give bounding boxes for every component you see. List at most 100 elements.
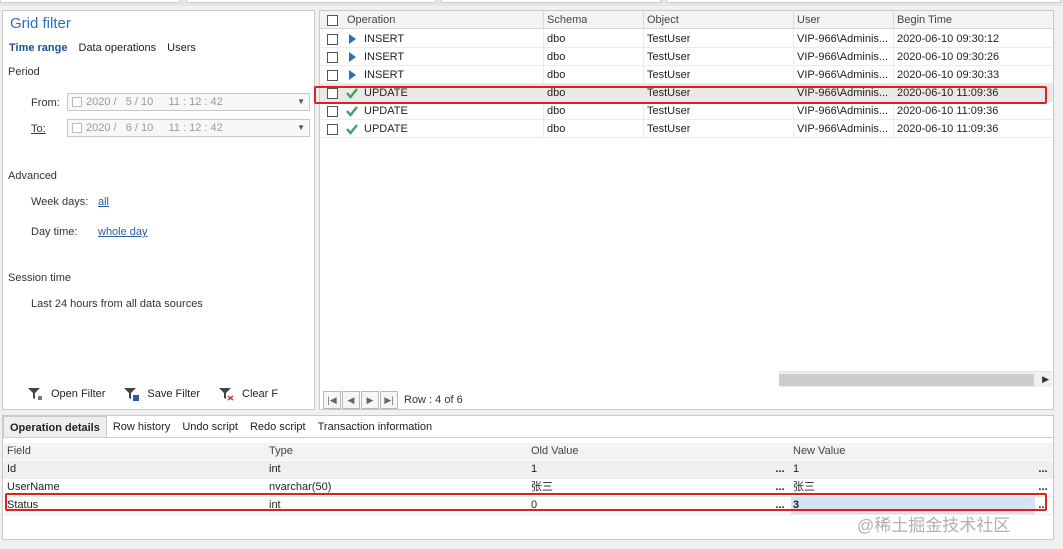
grid-filter-panel: Grid filter Time range Data operations U…	[2, 10, 315, 410]
next-record-button[interactable]: ▶	[361, 391, 379, 409]
operation-cell: UPDATE	[364, 123, 408, 135]
row-checkbox[interactable]	[327, 124, 338, 135]
column-header-user[interactable]: User	[797, 11, 820, 29]
play-icon	[349, 70, 356, 80]
from-date-value: 2020 / 5 / 10 11 : 12 : 42	[86, 96, 223, 108]
tab-undo-script[interactable]: Undo script	[176, 416, 244, 437]
to-date-value: 2020 / 6 / 10 11 : 12 : 42	[86, 122, 223, 134]
row-divider	[320, 137, 1053, 138]
column-header-old-value[interactable]: Old Value	[531, 443, 579, 460]
next-record-icon: ▶	[366, 394, 374, 405]
column-divider	[543, 11, 544, 29]
old-value-edit-button[interactable]: ...	[771, 497, 789, 514]
tab-row-history[interactable]: Row history	[107, 416, 176, 437]
cell-divider	[893, 66, 894, 84]
column-header-operation[interactable]: Operation	[347, 11, 395, 29]
cell-divider	[793, 30, 794, 48]
table-row[interactable]: UPDATE dbo TestUser VIP-966\Adminis... 2020-…	[320, 84, 1053, 102]
object-cell: TestUser	[647, 105, 691, 117]
panel-title: Grid filter	[10, 15, 71, 32]
day-time-link[interactable]: whole day	[98, 226, 148, 238]
tab-redo-script[interactable]: Redo script	[244, 416, 312, 437]
user-cell: VIP-966\Adminis...	[797, 123, 889, 135]
clear-filter-button[interactable]: Clear F	[218, 387, 278, 401]
table-row[interactable]: UPDATE dbo TestUser VIP-966\Adminis... 2020-…	[320, 102, 1053, 120]
cell-divider	[643, 84, 644, 102]
clear-filter-label: Clear F	[242, 388, 279, 400]
schema-cell: dbo	[547, 123, 566, 135]
cell-divider	[793, 48, 794, 66]
field-cell: Status	[7, 499, 39, 511]
select-all-checkbox[interactable]	[327, 15, 338, 26]
column-header-begin-time[interactable]: Begin Time	[897, 11, 952, 29]
save-filter-button[interactable]: Save Filter	[123, 387, 200, 401]
row-checkbox[interactable]	[327, 70, 338, 81]
table-row[interactable]: INSERT dbo TestUser VIP-966\Adminis... 2020-…	[320, 30, 1053, 48]
cell-divider	[643, 30, 644, 48]
object-cell: TestUser	[647, 123, 691, 135]
cell-divider	[793, 120, 794, 138]
new-value-edit-button[interactable]: ...	[1034, 497, 1052, 514]
column-header-type[interactable]: Type	[269, 443, 293, 460]
week-days-link[interactable]: all	[98, 196, 109, 208]
column-header-new-value[interactable]: New Value	[793, 443, 845, 460]
schema-cell: dbo	[547, 105, 566, 117]
operation-cell: INSERT	[364, 33, 405, 45]
to-date-picker[interactable]: 2020 / 6 / 10 11 : 12 : 42 ▼	[67, 119, 310, 137]
play-icon	[349, 52, 356, 62]
cell-divider	[543, 48, 544, 66]
scrollbar-thumb[interactable]	[779, 374, 1034, 386]
tab-data-operations[interactable]: Data operations	[79, 42, 157, 54]
type-cell: int	[269, 463, 281, 475]
operation-cell: INSERT	[364, 69, 405, 81]
tab-users[interactable]: Users	[167, 42, 196, 54]
table-row[interactable]: INSERT dbo TestUser VIP-966\Adminis... 2020-…	[320, 48, 1053, 66]
row-checkbox[interactable]	[327, 88, 338, 99]
old-value-edit-button[interactable]: ...	[771, 461, 789, 478]
last-record-button[interactable]: ▶|	[380, 391, 398, 409]
grid-header: Operation Schema Object User Begin Time	[320, 11, 1053, 29]
old-value-cell: 张三	[531, 481, 553, 493]
previous-record-button[interactable]: ◀	[342, 391, 360, 409]
scroll-right-arrow-icon[interactable]: ▶	[1042, 374, 1049, 385]
from-date-checkbox[interactable]	[72, 97, 82, 107]
day-time-label: Day time:	[31, 226, 78, 238]
tab-time-range[interactable]: Time range	[9, 42, 68, 54]
user-cell: VIP-966\Adminis...	[797, 105, 889, 117]
begin-time-cell: 2020-06-10 11:09:36	[897, 105, 999, 117]
table-row[interactable]: INSERT dbo TestUser VIP-966\Adminis... 2020-…	[320, 66, 1053, 84]
old-value-edit-button[interactable]: ...	[771, 479, 789, 496]
horizontal-scrollbar[interactable]: ▶	[779, 371, 1052, 387]
schema-cell: dbo	[547, 51, 566, 63]
column-header-field[interactable]: Field	[7, 443, 31, 460]
cell-divider	[543, 102, 544, 120]
schema-cell: dbo	[547, 33, 566, 45]
column-header-schema[interactable]: Schema	[547, 11, 587, 29]
chevron-down-icon[interactable]: ▼	[297, 97, 305, 106]
tab-operation-details[interactable]: Operation details	[3, 416, 107, 437]
new-value-cell: 张三	[793, 481, 815, 493]
from-date-picker[interactable]: 2020 / 5 / 10 11 : 12 : 42 ▼	[67, 93, 310, 111]
tab-transaction-information[interactable]: Transaction information	[312, 416, 439, 437]
row-checkbox[interactable]	[327, 52, 338, 63]
first-record-button[interactable]: |◀	[323, 391, 341, 409]
table-row[interactable]: UPDATE dbo TestUser VIP-966\Adminis... 2020-…	[320, 120, 1053, 138]
new-value-edit-button[interactable]: ...	[1034, 461, 1052, 478]
record-navigator: |◀ ◀ ▶ ▶| Row : 4 of 6	[323, 391, 463, 409]
new-value-edit-button[interactable]: ...	[1034, 479, 1052, 496]
detail-row[interactable]: UserName nvarchar(50) 张三 张三......	[3, 479, 1053, 497]
user-cell: VIP-966\Adminis...	[797, 87, 889, 99]
detail-row[interactable]: Id int 1 1......	[3, 461, 1053, 479]
column-divider	[893, 11, 894, 29]
session-time-label: Session time	[8, 272, 71, 284]
to-date-checkbox[interactable]	[72, 123, 82, 133]
schema-cell: dbo	[547, 87, 566, 99]
new-value-cell: 1	[793, 463, 800, 475]
open-filter-button[interactable]: Open Filter	[27, 387, 105, 401]
row-checkbox[interactable]	[327, 34, 338, 45]
row-checkbox[interactable]	[327, 106, 338, 117]
chevron-down-icon[interactable]: ▼	[297, 123, 305, 132]
cell-divider	[793, 84, 794, 102]
column-header-object[interactable]: Object	[647, 11, 679, 29]
object-cell: TestUser	[647, 51, 691, 63]
